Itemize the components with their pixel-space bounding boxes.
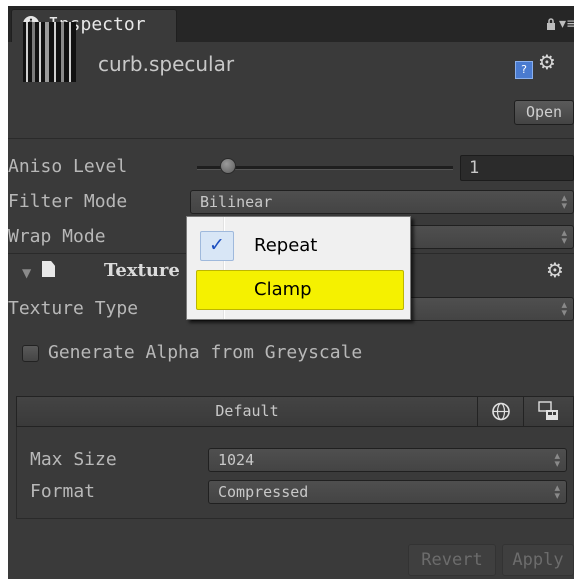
checkmark-box: ✓ xyxy=(200,231,234,261)
pc-standalone-icon xyxy=(538,401,558,420)
tab-default-platform[interactable]: Default xyxy=(17,397,478,426)
dropdown-arrows-icon: ▴ ▾ xyxy=(561,191,567,212)
asset-name: curb.specular xyxy=(98,52,235,76)
importer-gear-icon[interactable]: ⚙ xyxy=(546,258,564,282)
menu-item-repeat[interactable]: ✓ Repeat xyxy=(196,226,404,266)
lock-icon[interactable] xyxy=(546,18,556,30)
format-dropdown[interactable]: Compressed ▴ ▾ xyxy=(208,480,567,504)
tab-standalone-platform[interactable] xyxy=(524,397,573,426)
tab-menu-icon[interactable]: ▾≡ xyxy=(559,16,574,32)
aniso-level-slider-handle[interactable] xyxy=(219,158,236,174)
menu-item-repeat-label: Repeat xyxy=(254,235,318,256)
tab-bar: i Inspector ▾≡ xyxy=(8,6,574,42)
filter-mode-dropdown[interactable]: Bilinear ▴ ▾ xyxy=(190,190,574,214)
texture-section-title: Texture xyxy=(104,260,180,281)
platform-settings-box: Max Size 1024 ▴ ▾ Format Compressed ▴ ▾ xyxy=(16,427,574,519)
aniso-level-field[interactable]: 1 xyxy=(460,155,574,181)
dropdown-arrows-icon: ▴ ▾ xyxy=(561,226,567,247)
format-value: Compressed xyxy=(218,483,309,501)
wrap-mode-label: Wrap Mode xyxy=(8,226,106,247)
texture-thumbnail xyxy=(23,22,76,82)
gear-icon[interactable]: ⚙ xyxy=(538,50,556,74)
tab-web-platform[interactable] xyxy=(478,397,524,426)
format-label: Format xyxy=(30,481,96,502)
platform-tabs: Default xyxy=(16,396,574,427)
menu-item-clamp-label: Clamp xyxy=(254,279,312,300)
generate-alpha-checkbox[interactable] xyxy=(22,345,39,362)
wrap-mode-popup-menu: ✓ Repeat Clamp xyxy=(186,216,411,320)
max-size-value: 1024 xyxy=(218,451,255,469)
filter-mode-label: Filter Mode xyxy=(8,191,128,212)
dropdown-arrows-icon: ▴ ▾ xyxy=(561,298,567,319)
apply-button[interactable]: Apply xyxy=(502,544,574,576)
checkmark-icon: ✓ xyxy=(209,234,225,256)
menu-item-clamp[interactable]: Clamp xyxy=(196,270,404,310)
max-size-label: Max Size xyxy=(30,449,117,470)
aniso-level-value: 1 xyxy=(469,158,480,178)
tab-default-label: Default xyxy=(215,402,279,420)
header-divider xyxy=(8,138,574,139)
texture-asset-icon xyxy=(42,261,55,277)
filter-mode-value: Bilinear xyxy=(200,193,273,211)
dropdown-arrows-icon: ▴ ▾ xyxy=(554,481,560,502)
generate-alpha-label: Generate Alpha from Greyscale xyxy=(48,342,363,363)
texture-type-label: Texture Type xyxy=(8,298,139,319)
aniso-level-label: Aniso Level xyxy=(8,156,128,177)
dropdown-arrows-icon: ▴ ▾ xyxy=(554,449,560,470)
max-size-dropdown[interactable]: 1024 ▴ ▾ xyxy=(208,448,567,472)
open-button[interactable]: Open xyxy=(514,100,574,125)
help-icon[interactable]: ? xyxy=(515,61,533,79)
foldout-arrow-icon[interactable]: ▼ xyxy=(22,266,31,280)
revert-button[interactable]: Revert xyxy=(408,544,496,576)
globe-icon xyxy=(492,402,510,421)
